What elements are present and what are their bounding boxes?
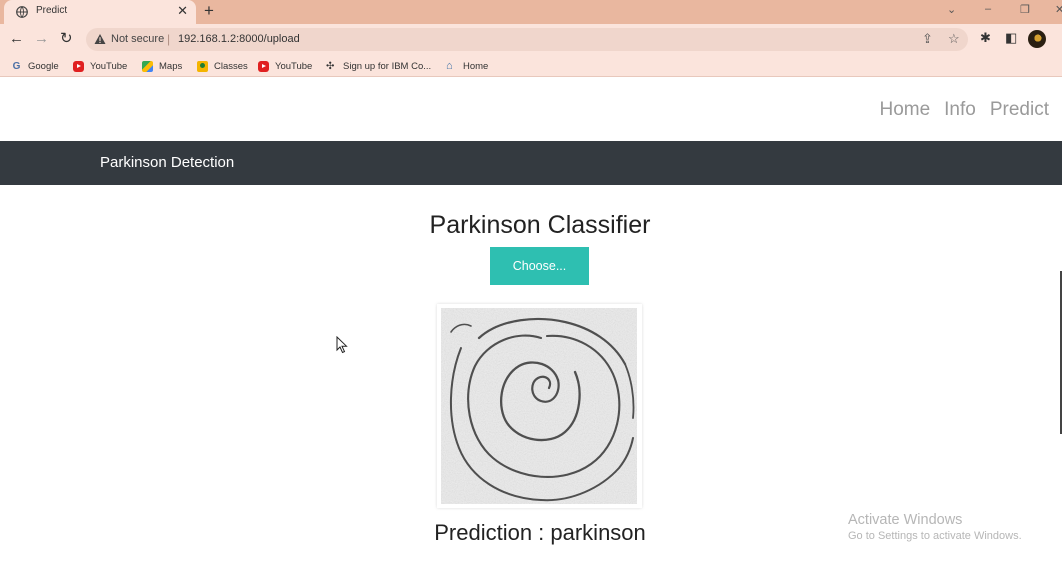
browser-tabstrip: Predict ✕ + ⌄ – ❐ ✕ [0,0,1062,24]
profile-avatar[interactable] [1028,30,1046,48]
choose-file-button[interactable]: Choose... [490,247,589,285]
menu-dots-icon[interactable]: ⋮ [1056,29,1062,46]
address-bar[interactable]: Not secure | 192.168.1.2:8000/upload ⇪ ☆ [86,28,968,51]
tab-close-icon[interactable]: ✕ [177,3,188,19]
bookmark-google[interactable]: G Google [11,58,59,74]
google-icon: G [12,60,21,72]
maps-icon [142,60,153,72]
bookmark-star-icon[interactable]: ☆ [948,31,960,47]
uploaded-image-preview [437,304,642,508]
bookmark-label: Classes [214,60,248,72]
bookmark-home[interactable]: ⌂ Home [446,58,488,74]
share-icon[interactable]: ⇪ [922,31,933,47]
brand-bar: Parkinson Detection [0,141,1062,185]
tab-search-chevron-icon[interactable]: ⌄ [947,3,956,16]
classes-icon [197,60,208,72]
bookmark-label: Google [28,60,59,72]
forward-icon[interactable]: → [34,30,49,48]
top-nav: Home Info Predict [879,99,1049,121]
warning-icon [94,34,106,44]
close-window-icon[interactable]: ✕ [1055,3,1062,16]
bookmark-classes[interactable]: Classes [197,58,248,74]
bookmark-youtube-2[interactable]: YouTube [258,58,312,74]
bookmark-label: Maps [159,60,183,72]
minimize-icon[interactable]: – [985,3,991,15]
url-separator: | [167,32,171,46]
extensions-puzzle-icon[interactable]: ✱ [980,30,991,46]
back-icon[interactable]: ← [9,30,24,48]
spiral-drawing-image [441,308,637,504]
side-panel-icon[interactable]: ◧ [1005,30,1017,46]
bookmark-label: Home [463,60,489,72]
reload-icon[interactable]: ↻ [60,30,73,48]
bookmarks-bar: G Google YouTube Maps Classes YouTube ✣ … [0,55,1062,77]
globe-icon [16,6,28,18]
ibm-icon: ✣ [326,60,335,72]
tab-title: Predict [36,5,68,16]
bookmark-label: YouTube [275,60,313,72]
new-tab-button[interactable]: + [204,1,214,21]
nav-info-link[interactable]: Info [944,99,976,121]
bookmark-label: YouTube [90,60,128,72]
bookmark-ibm[interactable]: ✣ Sign up for IBM Co... [326,58,431,74]
home-icon: ⌂ [446,59,453,72]
bookmark-maps[interactable]: Maps [142,58,182,74]
nav-home-link[interactable]: Home [879,99,930,121]
restore-icon[interactable]: ❐ [1020,3,1030,16]
mouse-cursor-icon [336,336,348,354]
brand-title[interactable]: Parkinson Detection [100,154,234,171]
watermark-subtitle: Go to Settings to activate Windows. [848,530,1022,542]
nav-predict-link[interactable]: Predict [990,99,1049,121]
activate-windows-watermark: Activate Windows Go to Settings to activ… [848,512,1022,542]
browser-toolbar: ← → ↻ Not secure | 192.168.1.2:8000/uplo… [0,24,1062,55]
url-text[interactable]: 192.168.1.2:8000/upload [178,33,300,45]
bookmark-label: Sign up for IBM Co... [343,60,432,72]
web-page: Home Info Predict Parkinson Detection Pa… [0,78,1062,571]
watermark-title: Activate Windows [848,512,963,528]
page-title: Parkinson Classifier [429,211,651,239]
bookmark-youtube[interactable]: YouTube [73,58,127,74]
youtube-icon [73,60,84,72]
youtube-icon [258,60,269,72]
browser-tab[interactable]: Predict ✕ [4,0,196,24]
security-label[interactable]: Not secure [111,33,164,45]
